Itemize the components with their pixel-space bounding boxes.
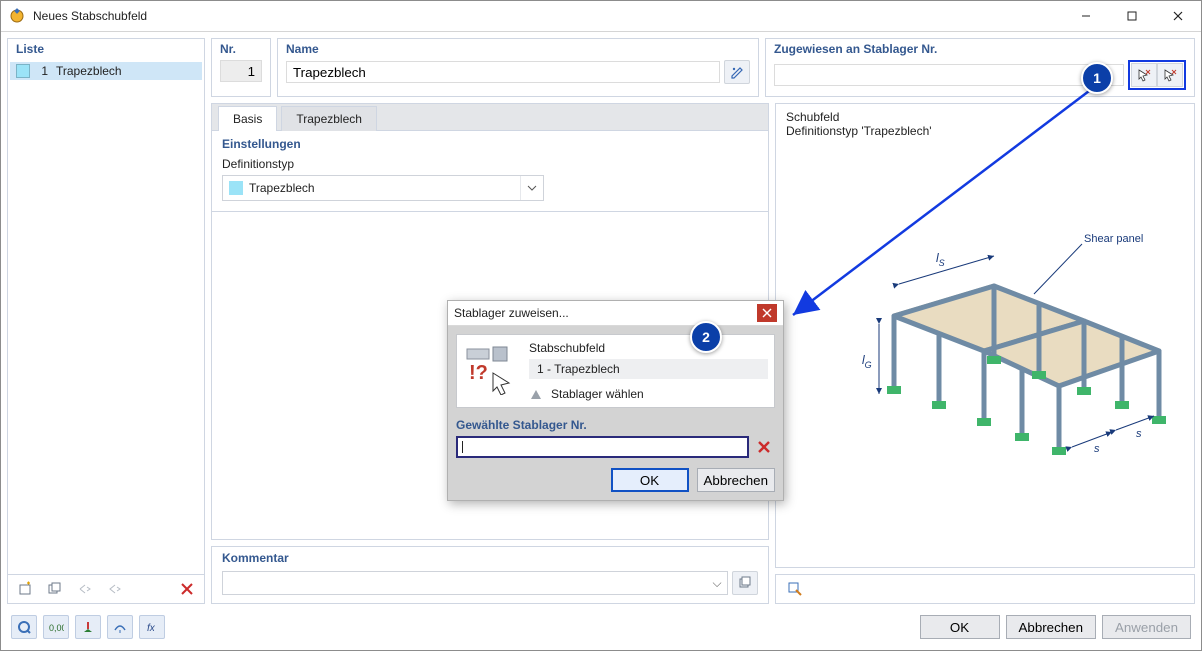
bottom-bar: 0,00 fx OK Abbrechen Anwenden <box>7 610 1195 644</box>
preview-graphic: Shear panel lS lG s s <box>824 224 1184 474</box>
maximize-button[interactable] <box>1109 1 1155 31</box>
copy-item-button[interactable] <box>42 577 68 601</box>
comment-library-button[interactable] <box>732 571 758 595</box>
exclude-button[interactable] <box>102 577 128 601</box>
edit-name-button[interactable] <box>724 60 750 84</box>
help-button[interactable] <box>11 615 37 639</box>
definition-type-combo[interactable]: Trapezblech <box>222 175 544 201</box>
name-input[interactable] <box>286 61 720 83</box>
tab-trapezblech[interactable]: Trapezblech <box>281 106 377 131</box>
window: Neues Stabschubfeld Liste 1 Trapezblech <box>0 0 1202 651</box>
nr-input[interactable] <box>220 60 262 82</box>
assign-dialog: Stablager zuweisen... !? <box>447 300 784 501</box>
svg-text:s: s <box>1136 428 1142 440</box>
pick-single-button[interactable] <box>1131 63 1157 87</box>
svg-text:0,00: 0,00 <box>49 623 64 633</box>
preview-title: Schubfeld <box>786 110 1184 124</box>
list-panel: Liste 1 Trapezblech <box>7 38 205 604</box>
pick-buttons-highlight <box>1128 60 1186 90</box>
comment-heading: Kommentar <box>222 551 758 565</box>
dialog-choose-label: Stablager wählen <box>551 387 644 401</box>
dialog-selected-input[interactable] <box>456 436 749 458</box>
preview-toolbar <box>775 574 1195 604</box>
svg-text:lG: lG <box>862 353 872 370</box>
minimize-button[interactable] <box>1063 1 1109 31</box>
list-color-swatch <box>16 64 30 78</box>
assign-heading: Zugewiesen an Stablager Nr. <box>774 42 1186 56</box>
svg-text:lS: lS <box>936 251 945 268</box>
preview-settings-button[interactable] <box>782 577 808 601</box>
triangle-icon <box>529 387 543 401</box>
combo-value: Trapezblech <box>249 181 520 195</box>
tab-basis[interactable]: Basis <box>218 106 277 131</box>
svg-text:!?: !? <box>469 362 488 384</box>
list-item-label: Trapezblech <box>56 64 122 78</box>
dialog-step-box: !? Stabschubfeld 1 - Trapezblech Stablag… <box>456 334 775 408</box>
delete-item-button[interactable] <box>174 577 200 601</box>
dialog-title: Stablager zuweisen... <box>454 306 569 320</box>
top-row: Nr. Name Zugewiesen an Stablager Nr. <box>211 38 1195 97</box>
supports-button[interactable] <box>75 615 101 639</box>
window-title: Neues Stabschubfeld <box>33 9 147 23</box>
view-button[interactable] <box>107 615 133 639</box>
name-heading: Name <box>286 42 750 56</box>
comment-panel: Kommentar ⌵ <box>211 546 769 604</box>
pick-multi-button[interactable] <box>1157 63 1183 87</box>
combo-swatch <box>229 181 243 195</box>
list-item[interactable]: 1 Trapezblech <box>10 62 202 80</box>
new-item-button[interactable] <box>12 577 38 601</box>
settings-heading: Einstellungen <box>222 137 758 151</box>
callout-2: 2 <box>690 321 722 353</box>
dialog-cancel-button[interactable]: Abbrechen <box>697 468 775 492</box>
script-button[interactable]: fx <box>139 615 165 639</box>
dialog-schubfeld-label: Stabschubfeld <box>529 341 768 355</box>
shear-panel-label: Shear panel <box>1084 233 1143 245</box>
list-item-no: 1 <box>38 64 48 78</box>
settings-panel: Einstellungen Definitionstyp Trapezblech <box>211 130 769 212</box>
close-button[interactable] <box>1155 1 1201 31</box>
list-toolbar <box>8 574 204 603</box>
dialog-choose-step: Stablager wählen <box>529 387 768 401</box>
dialog-titlebar: Stablager zuweisen... <box>448 301 783 326</box>
assign-input[interactable] <box>774 64 1124 86</box>
dialog-illustration-icon: !? <box>463 341 519 397</box>
ok-button[interactable]: OK <box>920 615 1000 639</box>
dialog-ok-button[interactable]: OK <box>611 468 689 492</box>
dialog-clear-button[interactable] <box>753 436 775 458</box>
body: Liste 1 Trapezblech <box>1 32 1201 650</box>
dialog-selected-heading: Gewählte Stablager Nr. <box>456 418 775 432</box>
svg-text:fx: fx <box>147 623 156 634</box>
apply-button[interactable]: Anwenden <box>1102 615 1191 639</box>
list-heading: Liste <box>8 39 204 60</box>
tab-strip: Basis Trapezblech <box>211 103 769 130</box>
titlebar: Neues Stabschubfeld <box>1 1 1201 32</box>
definition-type-label: Definitionstyp <box>222 157 758 171</box>
chevron-down-icon: ⌵ <box>707 576 727 591</box>
comment-combo[interactable]: ⌵ <box>222 571 728 595</box>
cancel-button[interactable]: Abbrechen <box>1006 615 1096 639</box>
app-icon <box>9 7 27 25</box>
chevron-down-icon <box>520 176 543 200</box>
nr-panel: Nr. <box>211 38 271 97</box>
svg-text:s: s <box>1094 443 1100 455</box>
assign-panel: Zugewiesen an Stablager Nr. <box>765 38 1195 97</box>
preview-panel: Schubfeld Definitionstyp 'Trapezblech' <box>775 103 1195 568</box>
callout-1: 1 <box>1081 62 1113 94</box>
name-panel: Name <box>277 38 759 97</box>
nr-heading: Nr. <box>220 42 262 56</box>
dialog-selected-item[interactable]: 1 - Trapezblech <box>529 359 768 379</box>
preview-subtitle: Definitionstyp 'Trapezblech' <box>786 124 1184 138</box>
units-button[interactable]: 0,00 <box>43 615 69 639</box>
dialog-close-button[interactable] <box>757 304 777 322</box>
list-body: 1 Trapezblech <box>8 60 204 574</box>
include-button[interactable] <box>72 577 98 601</box>
detail-right: Schubfeld Definitionstyp 'Trapezblech' <box>775 103 1195 604</box>
